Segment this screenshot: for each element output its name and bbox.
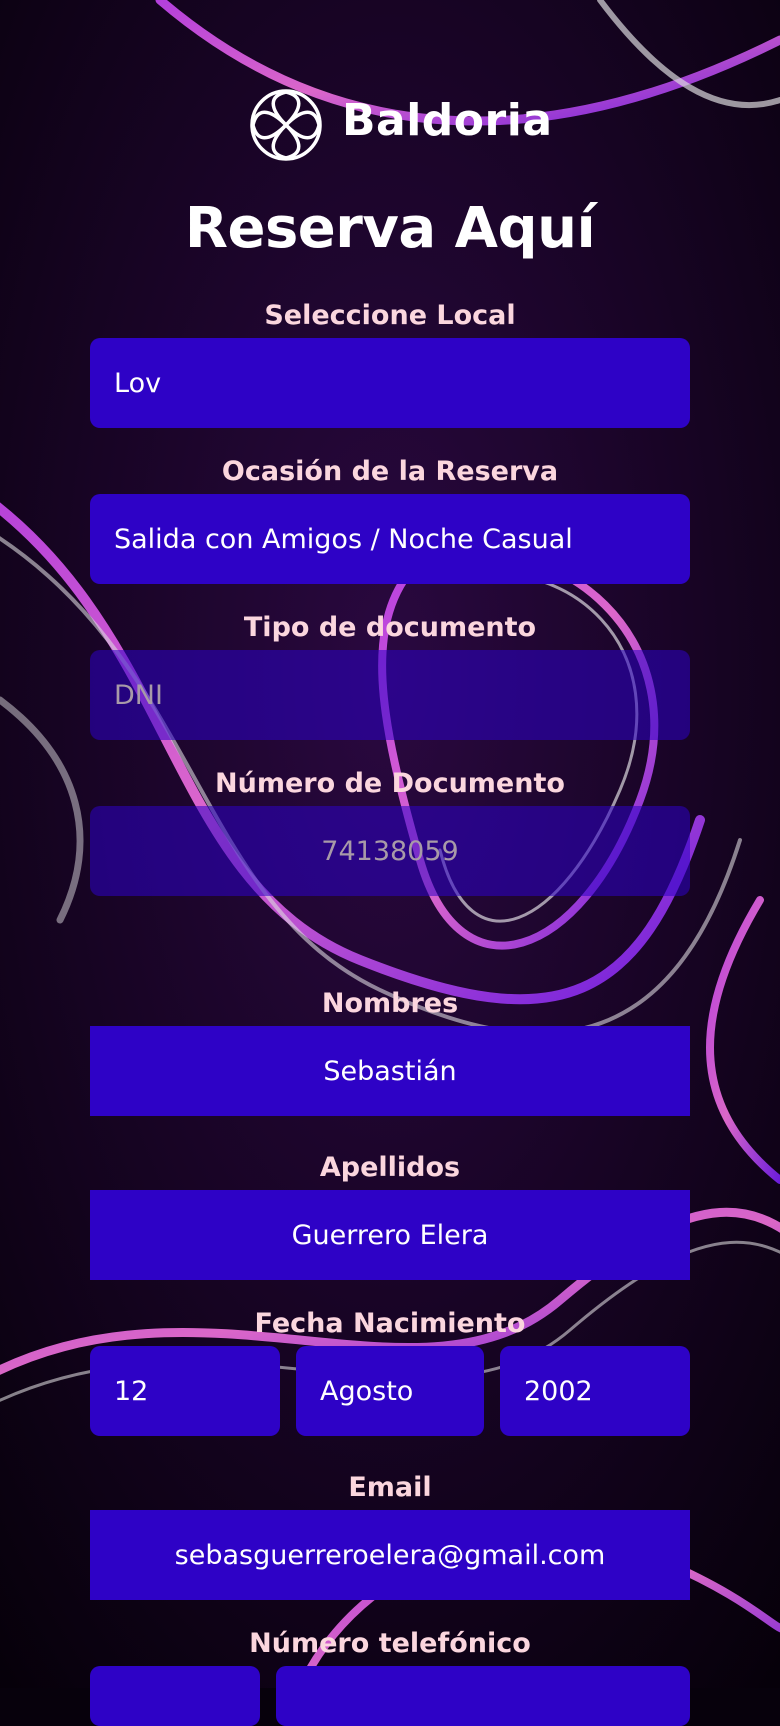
doc-number-input[interactable]: 74138059 xyxy=(90,806,690,896)
email-label: Email xyxy=(348,1472,432,1503)
first-name-value: Sebastián xyxy=(323,1055,457,1087)
phone-prefix-select[interactable] xyxy=(90,1666,260,1726)
birth-day-select[interactable]: 12 xyxy=(90,1346,280,1436)
occasion-value: Salida con Amigos / Noche Casual xyxy=(114,523,573,555)
first-name-input[interactable]: Sebastián xyxy=(90,1026,690,1116)
birth-month-select[interactable]: Agosto xyxy=(296,1346,484,1436)
occasion-select[interactable]: Salida con Amigos / Noche Casual xyxy=(90,494,690,584)
page-title: Reserva Aquí xyxy=(184,196,596,261)
email-value: sebasguerreroelera@gmail.com xyxy=(174,1539,606,1571)
last-name-value: Guerrero Elera xyxy=(291,1219,489,1251)
doc-type-value: DNI xyxy=(114,679,163,711)
local-select[interactable]: Lov xyxy=(90,338,690,428)
birth-day-value: 12 xyxy=(114,1375,149,1407)
birth-year-select[interactable]: 2002 xyxy=(500,1346,690,1436)
last-name-input[interactable]: Guerrero Elera xyxy=(90,1190,690,1280)
globe-flower-icon xyxy=(250,89,322,161)
phone-number-input[interactable] xyxy=(276,1666,690,1726)
doc-number-value: 74138059 xyxy=(321,835,459,867)
birth-label: Fecha Nacimiento xyxy=(254,1308,526,1339)
phone-label: Número telefónico xyxy=(249,1628,531,1659)
local-label: Seleccione Local xyxy=(264,300,516,331)
first-name-label: Nombres xyxy=(321,988,459,1019)
doc-number-label: Número de Documento xyxy=(215,768,565,799)
doc-type-select[interactable]: DNI xyxy=(90,650,690,740)
birth-year-value: 2002 xyxy=(524,1375,593,1407)
doc-type-label: Tipo de documento xyxy=(243,612,537,643)
occasion-label: Ocasión de la Reserva xyxy=(221,456,559,487)
last-name-label: Apellidos xyxy=(319,1152,461,1183)
local-value: Lov xyxy=(114,367,162,399)
birth-month-value: Agosto xyxy=(320,1375,414,1407)
email-input[interactable]: sebasguerreroelera@gmail.com xyxy=(90,1510,690,1600)
brand-name: Baldoria xyxy=(342,95,553,146)
